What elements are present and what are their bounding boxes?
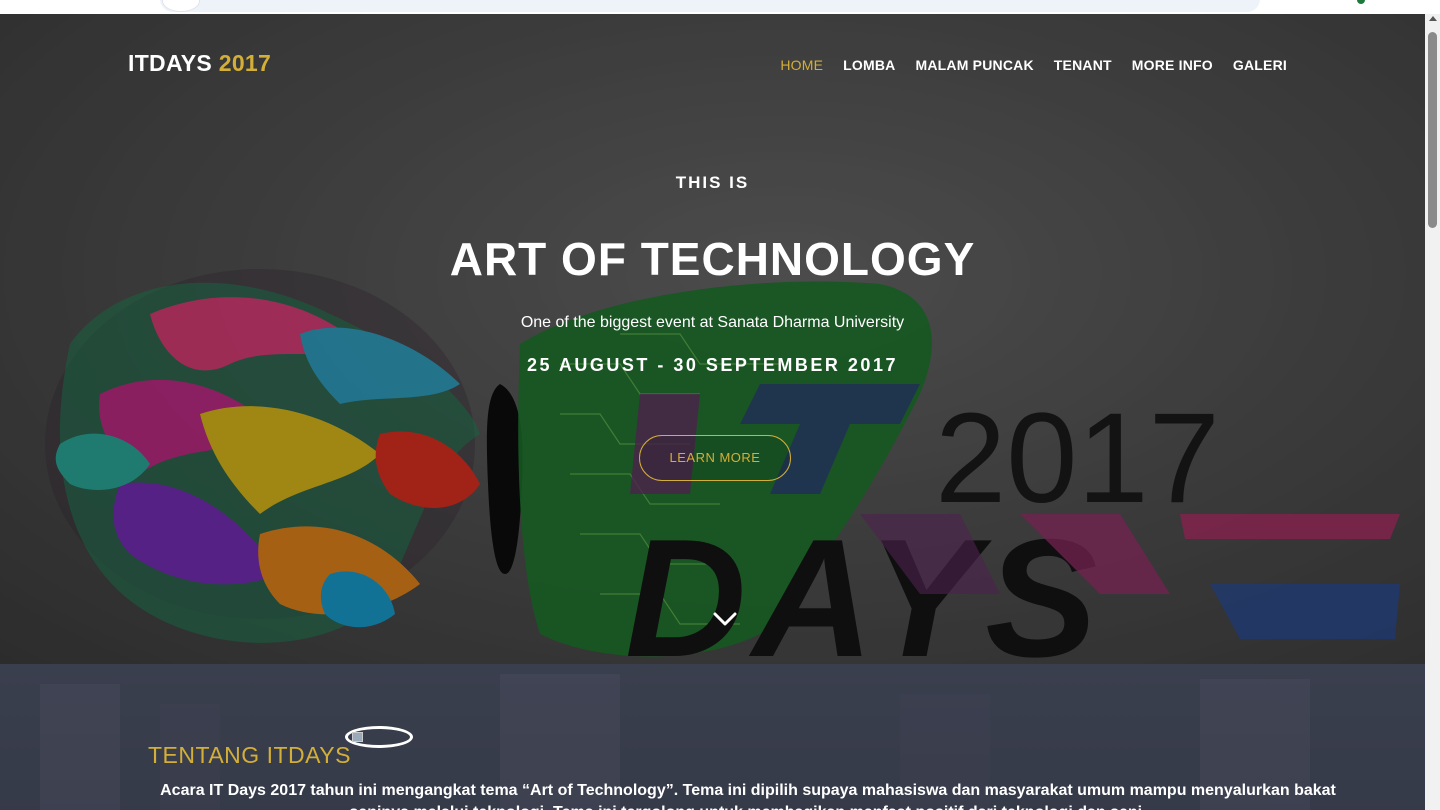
extension-icon[interactable]	[1357, 0, 1365, 4]
learn-more-button[interactable]: LEARN MORE	[639, 435, 791, 481]
about-section: TENTANG ITDAYS Acara IT Days 2017 tahun …	[0, 664, 1425, 810]
nav-item-tenant[interactable]: TENANT	[1054, 57, 1112, 73]
scroll-up-arrow-icon[interactable]	[1429, 16, 1437, 21]
logo-name: ITDAYS	[128, 50, 213, 76]
logo-year: 2017	[218, 50, 272, 76]
browser-toolbar	[0, 0, 1440, 14]
hero-kicker: THIS IS	[675, 173, 750, 192]
nav-item-galeri[interactable]: GALERI	[1233, 57, 1287, 73]
scrollbar-thumb[interactable]	[1428, 32, 1437, 228]
chevron-down-icon[interactable]	[713, 612, 737, 626]
nav-item-more-info[interactable]: MORE INFO	[1132, 57, 1213, 73]
hero-section: 2017 DAYS ITDAYS 2017 HOME LOMBA MALAM P…	[0, 14, 1425, 664]
page-scrollbar[interactable]	[1425, 14, 1440, 810]
about-title: TENTANG ITDAYS	[148, 742, 351, 768]
site-logo[interactable]: ITDAYS 2017	[128, 50, 271, 77]
broken-image-icon	[345, 726, 413, 748]
nav-item-home[interactable]: HOME	[780, 57, 823, 73]
address-bar[interactable]	[160, 0, 1260, 12]
hero-dates: 25 AUGUST - 30 SEPTEMBER 2017	[527, 355, 898, 375]
hero-subtitle: One of the biggest event at Sanata Dharm…	[520, 314, 905, 331]
nav-item-lomba[interactable]: LOMBA	[843, 57, 895, 73]
hero-background-artwork: 2017 DAYS	[0, 14, 1425, 664]
main-nav: HOME LOMBA MALAM PUNCAK TENANT MORE INFO…	[780, 57, 1287, 73]
page-viewport: 2017 DAYS ITDAYS 2017 HOME LOMBA MALAM P…	[0, 14, 1425, 810]
about-description: Acara IT Days 2017 tahun ini mengangkat …	[160, 782, 1336, 810]
nav-item-malam-puncak[interactable]: MALAM PUNCAK	[916, 57, 1034, 73]
hero-title: ART OF TECHNOLOGY	[449, 233, 976, 285]
